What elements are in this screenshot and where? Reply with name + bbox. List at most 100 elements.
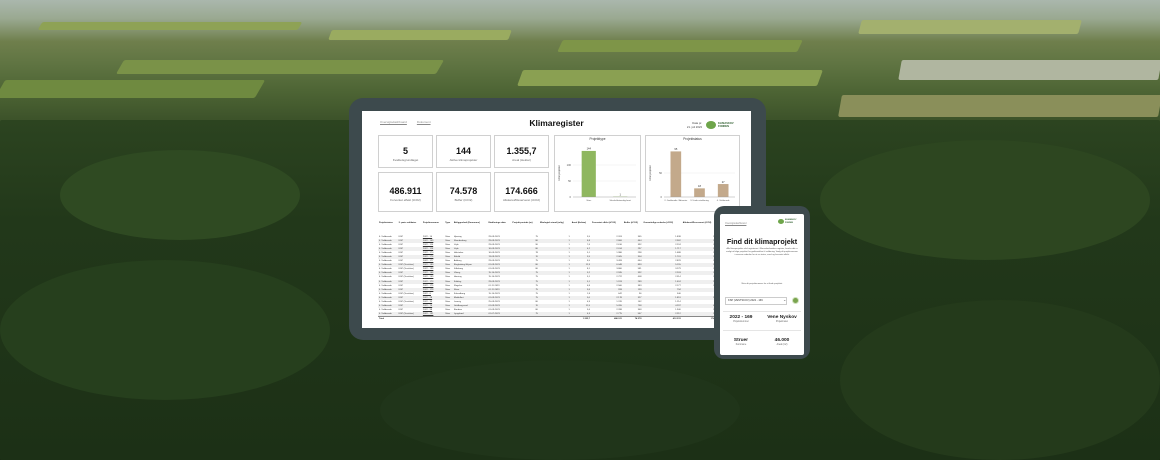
table-cell: 74.578 <box>622 315 643 321</box>
kpi-label: Buffer (tCO2) <box>454 198 473 202</box>
table-cell <box>444 315 453 321</box>
field <box>0 80 266 98</box>
y-tick-label: 50 <box>568 179 571 183</box>
table-header-cell: Buffer (tCO2) <box>623 222 638 224</box>
field <box>517 70 823 86</box>
stat-label: Areal (m2) <box>776 344 788 346</box>
x-tick-label: 3. Under etablering <box>690 199 709 202</box>
y-tick-label: 50 <box>659 171 662 175</box>
kpi-card: 5 Kvalitetsgrundlaget <box>378 135 433 168</box>
chevron-down-icon[interactable]: ⌄ <box>783 297 786 302</box>
phone-device: Oversigtsdashboard KLIMASKOV FONDEN Find… <box>714 206 810 359</box>
table-cell: 412.333 <box>642 315 682 321</box>
data-label: 95 <box>674 147 677 151</box>
x-tick-label: Skov <box>586 200 592 202</box>
stat-label: Kommune <box>735 344 747 346</box>
kpi-card: 144 Aktive klimaprojekter <box>436 135 491 168</box>
kpi-value: 174.666 <box>505 186 538 196</box>
kpi-value: 74.578 <box>449 186 478 196</box>
x-tick-label: Skovfuldstændig/urørt <box>610 199 632 202</box>
kpi-card: 486.911 Forventet effekt (tCO2) <box>378 172 433 212</box>
divider <box>723 311 801 312</box>
y-tick-label: 0 <box>661 195 663 199</box>
chart-projektstatus: Projektstatus 0 50 Antal projekter 95 2. God… <box>645 135 740 212</box>
klimaskovfonden-logo: KLIMASKOV FONDEN <box>706 119 746 131</box>
table-cell: Total <box>378 315 398 321</box>
data-label: 1 <box>620 192 622 196</box>
table-header-cell: Beliggenhed (Kommune) <box>453 222 480 224</box>
field <box>328 30 512 40</box>
kpi-value: 486.911 <box>389 186 422 196</box>
leaf-icon <box>778 219 784 224</box>
stat-value: 46.000 <box>774 338 790 343</box>
table-cell <box>511 315 539 321</box>
logo-line-2: FONDEN <box>785 221 793 224</box>
table-header-cell: Forventet effekt (tCO2) <box>592 222 616 224</box>
table-header-cell: Økologisk stand (årlig) <box>539 222 564 224</box>
divider <box>723 330 801 331</box>
stat-value: Vene Nyskov <box>767 315 797 320</box>
table-total-row: Total1.355,7486.91174.578412.333174.6662… <box>378 315 740 321</box>
data-date: Data pr. 21. juli 2023 <box>682 121 702 129</box>
register-table: Projektstatus 2. parts validator Projektnu… <box>378 222 740 321</box>
table-header-cell: 2. parts validator <box>398 222 417 224</box>
x-tick-label: 2. Godkendte / Afventer <box>664 199 687 202</box>
y-axis-label: Antal projekter <box>558 165 561 181</box>
field <box>898 60 1160 80</box>
y-tick-label: 100 <box>567 163 572 167</box>
project-select[interactable]: KSP (VESTSKOV) 2022 - 169 <box>725 297 787 305</box>
data-label: 18 <box>698 184 701 188</box>
x-tick-label: 4. Validerede <box>717 199 731 202</box>
kpi-label: Aktive klimaprojekter <box>449 158 478 162</box>
kpi-card: 1.355,7 Areal (Hektar) <box>494 135 549 168</box>
dashboard-screen: Oversigtsdashboard Dokument Klimaregiste… <box>362 111 751 328</box>
tree-cluster <box>0 260 330 400</box>
data-label: 27 <box>722 180 725 184</box>
table-header-cell: Omsættelige enheder (tCO2) <box>643 222 674 224</box>
bar <box>694 188 705 197</box>
field <box>557 40 803 52</box>
table-cell <box>452 315 488 321</box>
table-header-cell: Areal (Hektar) <box>571 222 587 224</box>
table-cell <box>538 315 571 321</box>
stat-project-number: 2022 - 169 Projektnummer <box>722 315 760 323</box>
kpi-label: Allokeret/Reserveret (tCO2) <box>502 198 540 202</box>
field <box>838 95 1160 117</box>
table-body: 4. Validerede KSP 2022 - 14 Skov Hjørring 29-… <box>378 235 740 321</box>
table-header-cell: Projektstatus <box>379 222 393 224</box>
table-header-cell: Projekt-periode (år) <box>512 222 533 224</box>
bar <box>670 151 682 197</box>
kpi-card: 174.666 Allokeret/Reserveret (tCO2) <box>494 172 549 212</box>
tablet-device: Oversigtsdashboard Dokument Klimaregiste… <box>349 98 766 340</box>
y-tick-label: 0 <box>570 195 572 199</box>
kpi-value: 144 <box>455 146 472 156</box>
phone-intro: Alle klimaprojekter skal registreres i K… <box>726 248 798 256</box>
phone-nav-link[interactable]: Oversigtsdashboard <box>725 222 746 225</box>
kpi-value: 5 <box>402 146 408 156</box>
stat-area: 46.000 Areal (m2) <box>762 338 802 346</box>
kpi-label: Forventet effekt (tCO2) <box>390 198 421 202</box>
tree-cluster <box>60 150 300 240</box>
y-axis-label: Antal projekter <box>649 165 652 181</box>
tree-cluster <box>380 360 740 460</box>
tree-cluster <box>820 140 1150 260</box>
kpi-label: Kvalitetsgrundlaget <box>392 158 419 162</box>
tree-cluster <box>840 300 1160 460</box>
field <box>858 20 1082 34</box>
info-icon[interactable] <box>792 297 799 304</box>
table-header-cell: Etablerings-dato <box>488 222 506 224</box>
kpi-label: Areal (Hektar) <box>512 158 531 162</box>
phone-title: Find dit klimaprojekt <box>726 237 798 246</box>
table-cell: 486.911 <box>591 315 623 321</box>
field <box>37 22 303 30</box>
stat-value: Struer <box>733 338 749 343</box>
phone-screen: Oversigtsdashboard KLIMASKOV FONDEN Find… <box>720 214 804 355</box>
table-header-row: Projektstatus 2. parts validator Projektnu… <box>378 222 740 235</box>
bar <box>581 150 596 197</box>
bar <box>717 184 729 197</box>
stat-project-name: Vene Nyskov Projektnavn <box>762 315 802 323</box>
data-label: 144 <box>587 147 592 151</box>
chart-projekttype: Projekttype 0 50 100 Antal projekter 144 Skov… <box>554 135 641 212</box>
kpi-card: 74.578 Buffer (tCO2) <box>436 172 491 212</box>
table-cell <box>421 315 445 321</box>
